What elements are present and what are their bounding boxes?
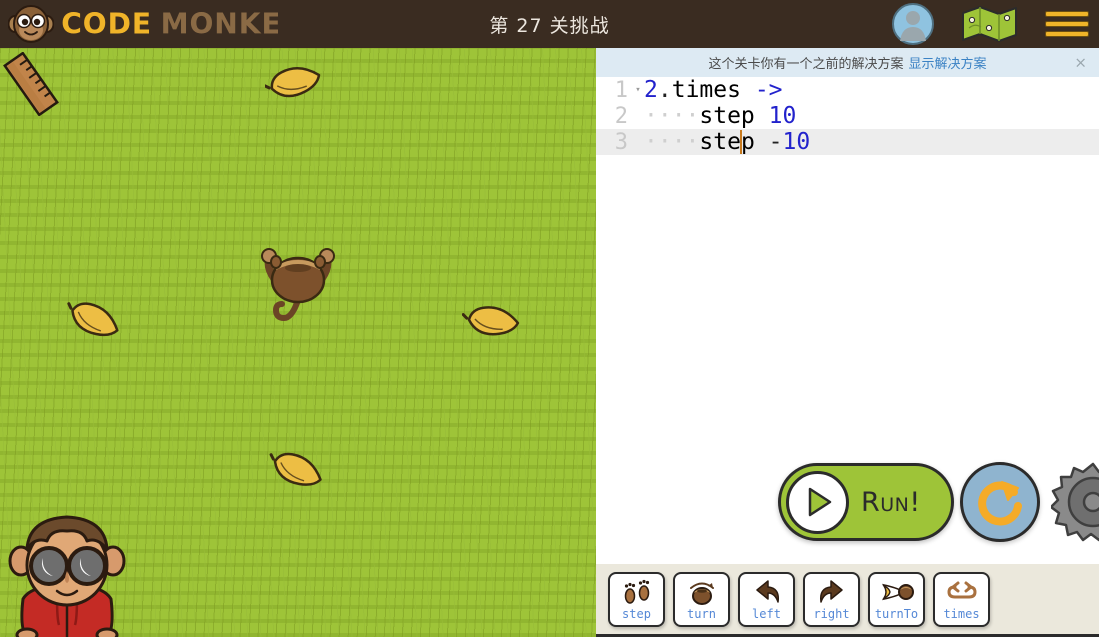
code-token: p	[740, 129, 755, 155]
menu-line-2	[1045, 21, 1089, 27]
code-line-text: 2.times ->	[644, 77, 783, 103]
banana-sprite	[269, 452, 322, 486]
command-label: times	[943, 606, 980, 621]
footprints-icon	[622, 577, 652, 607]
logo-monkey-text: MONKEY	[161, 9, 278, 39]
previous-solution-notice: 这个关卡你有一个之前的解决方案 显示解决方案 ×	[596, 48, 1099, 77]
logo-code-text: CODE	[61, 9, 152, 39]
code-line-text: ····step -10	[644, 129, 810, 155]
code-token: step	[699, 103, 755, 129]
code-editor[interactable]: 1 ▾ 2.times -> 2 ····step 10 3 ····step -10	[596, 77, 1099, 470]
right-panel: 这个关卡你有一个之前的解决方案 显示解决方案 × 1 ▾ 2.times -> 2 ··…	[596, 48, 1099, 637]
run-button-label: Run!	[861, 486, 921, 518]
line-number: 1	[614, 77, 628, 103]
code-token: 10	[782, 129, 811, 155]
header-icon-group	[892, 0, 1089, 48]
control-bar: Run!	[596, 454, 1099, 564]
close-icon[interactable]: ×	[1074, 55, 1087, 70]
code-rows[interactable]: 1 ▾ 2.times -> 2 ····step 10 3 ····step -10	[596, 77, 1099, 155]
command-button-turnto[interactable]: turnTo	[868, 571, 925, 627]
monkey-sprite	[261, 248, 335, 322]
code-token: 2	[644, 77, 658, 103]
ruler-icon	[3, 52, 59, 116]
logo-wordmark: CODE MONKEY	[61, 9, 278, 39]
monkey-turn-icon	[687, 577, 717, 607]
command-button-right[interactable]: right	[803, 571, 860, 627]
command-button-left[interactable]: left	[738, 571, 795, 627]
code-token: ste	[699, 129, 741, 155]
logo-monkey-icon	[8, 5, 54, 43]
code-token: times	[671, 77, 741, 103]
code-token: 10	[768, 103, 797, 129]
loop-icon	[946, 577, 978, 607]
menu-icon[interactable]	[1045, 9, 1089, 39]
turn-to-target-icon	[880, 577, 914, 607]
code-line-row[interactable]: 3 ····step -10	[596, 129, 1099, 155]
reset-icon	[978, 481, 1022, 526]
avatar-character	[8, 515, 126, 637]
logo[interactable]: CODE MONKEY	[0, 0, 278, 48]
command-label: left	[752, 606, 781, 621]
command-button-times[interactable]: times	[933, 571, 990, 627]
reset-button[interactable]	[960, 462, 1040, 542]
code-token: -	[768, 129, 783, 155]
banana-sprite	[265, 67, 321, 98]
command-label: turn	[687, 606, 716, 621]
command-button-turn[interactable]: turn	[673, 571, 730, 627]
banana-sprite	[462, 306, 520, 336]
settings-button[interactable]	[1049, 460, 1099, 544]
command-label: right	[813, 606, 850, 621]
gear-icon	[1049, 462, 1099, 542]
code-line-text: ····step 10	[644, 103, 796, 129]
avatar-icon[interactable]	[892, 3, 934, 45]
code-line-row[interactable]: 1 ▾ 2.times ->	[596, 77, 1099, 103]
notice-message: 这个关卡你有一个之前的解决方案	[708, 57, 904, 72]
command-label: turnTo	[874, 606, 919, 621]
indent-guide: ····	[644, 103, 700, 129]
play-icon	[786, 470, 849, 534]
line-number: 3	[614, 129, 628, 155]
line-number: 2	[614, 103, 628, 129]
game-canvas[interactable]	[0, 48, 596, 637]
show-solution-link[interactable]: 显示解决方案	[909, 53, 987, 72]
menu-line-3	[1045, 31, 1089, 37]
indent-guide: ····	[644, 129, 700, 155]
arrow-right-icon	[817, 577, 847, 607]
menu-line-1	[1045, 11, 1089, 17]
command-label: step	[622, 606, 651, 621]
arrow-left-icon	[752, 577, 782, 607]
code-line-row[interactable]: 2 ····step 10	[596, 103, 1099, 129]
banana-sprite	[67, 302, 119, 337]
map-icon[interactable]	[962, 6, 1017, 42]
run-button[interactable]: Run!	[778, 463, 954, 541]
app-header: CODE MONKEY 第 27 关挑战	[0, 0, 1099, 48]
code-token: ->	[754, 77, 783, 103]
code-token: .	[657, 77, 672, 103]
codemonkey-app: CODE MONKEY 第 27 关挑战	[0, 0, 1099, 637]
fold-arrow-icon[interactable]: ▾	[632, 85, 644, 95]
command-toolbar[interactable]: step turn left right turnTo times	[596, 564, 1099, 637]
command-button-step[interactable]: step	[608, 571, 665, 627]
